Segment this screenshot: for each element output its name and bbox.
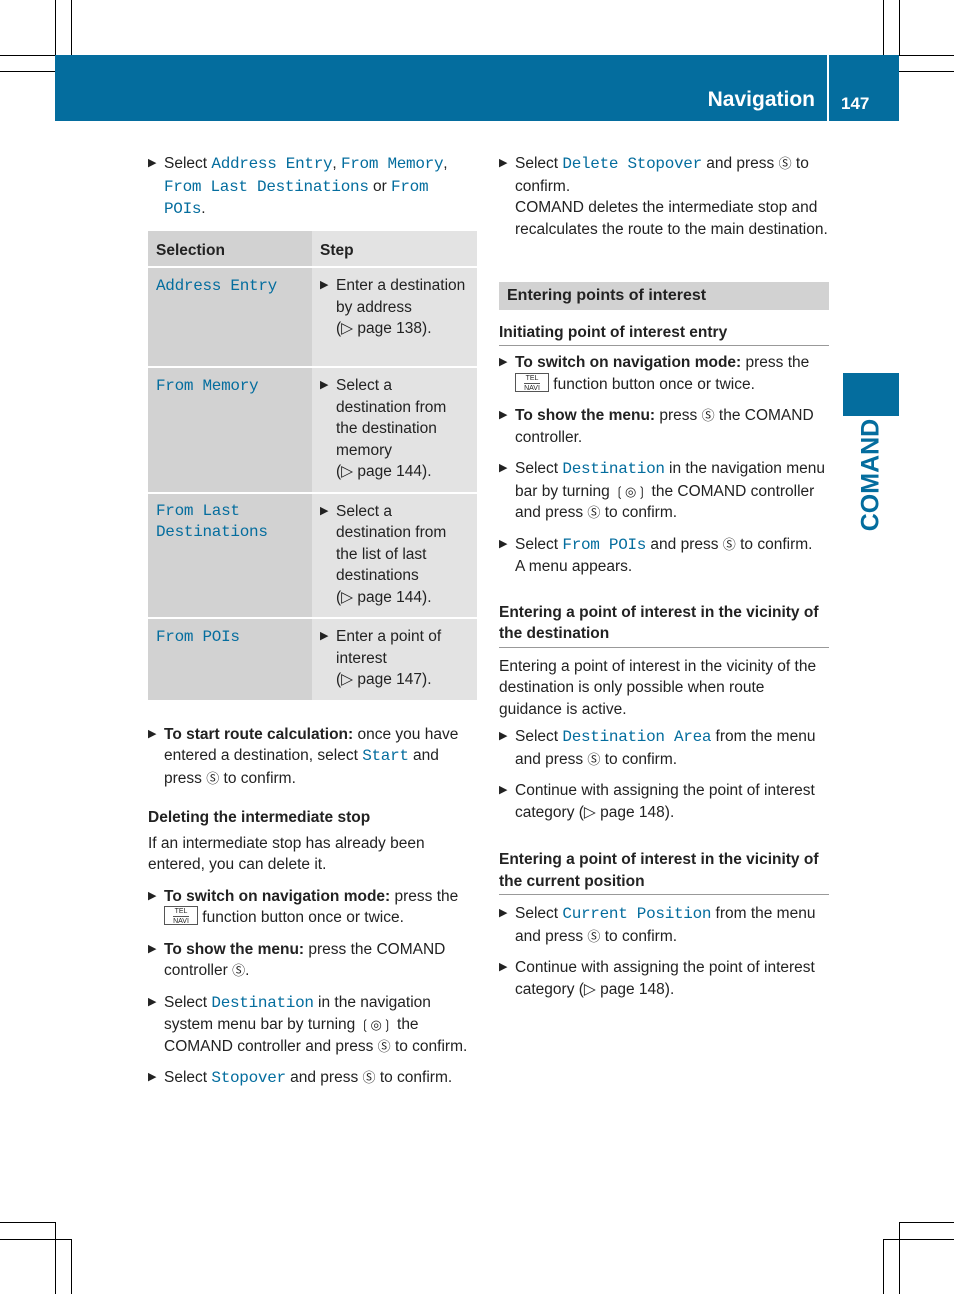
crop-mark bbox=[71, 0, 72, 55]
instruction-step: Select Delete Stopover and press Ⓢ to co… bbox=[499, 153, 829, 240]
press-controller-icon: Ⓢ bbox=[377, 1038, 391, 1054]
crop-mark bbox=[71, 1239, 72, 1294]
press-controller-icon: Ⓢ bbox=[206, 770, 220, 786]
table-row: From POIs Enter a point of interest(▷ pa… bbox=[148, 617, 477, 700]
instruction-step: To switch on navigation mode: press the … bbox=[148, 886, 478, 929]
chapter-tab bbox=[843, 373, 899, 416]
instruction-step: Select Address Entry, From Memory, From … bbox=[148, 153, 478, 221]
tel-navi-button-icon: TEL NAVI bbox=[164, 906, 198, 926]
subheading: Deleting the intermediate stop bbox=[148, 809, 371, 826]
instruction-step: To show the menu: press Ⓢ the COMAND con… bbox=[499, 405, 829, 448]
section-title: Navigation bbox=[707, 88, 815, 111]
paragraph: If an intermediate stop has already been… bbox=[148, 834, 425, 874]
crop-mark bbox=[55, 1222, 56, 1294]
crop-mark bbox=[883, 1239, 954, 1240]
instruction-step: Select Destination in the navigation men… bbox=[499, 458, 829, 524]
instruction-step: Select Current Position from the menu an… bbox=[499, 903, 829, 947]
press-controller-icon: Ⓢ bbox=[587, 505, 601, 520]
press-controller-icon: Ⓢ bbox=[778, 156, 792, 171]
column-header: Selection bbox=[148, 230, 312, 267]
crop-mark bbox=[883, 1239, 884, 1294]
instruction-step: To start route calculation: once you hav… bbox=[148, 724, 478, 790]
instruction-step: Continue with assigning the point of int… bbox=[499, 957, 829, 1000]
instruction-step: Select Destination Area from the menu an… bbox=[499, 726, 829, 770]
crop-mark bbox=[899, 0, 900, 55]
crop-mark bbox=[899, 1222, 900, 1294]
crop-mark bbox=[899, 1222, 954, 1223]
page-header: Navigation 147 bbox=[55, 55, 899, 121]
instruction-step: Continue with assigning the point of int… bbox=[499, 780, 829, 823]
turn-controller-icon: ❲◎❳ bbox=[614, 483, 648, 499]
left-column: Select Address Entry, From Memory, From … bbox=[148, 153, 478, 1090]
section-heading: Entering points of interest bbox=[499, 282, 829, 310]
crop-mark bbox=[0, 55, 55, 56]
crop-mark bbox=[55, 0, 56, 55]
selection-table: SelectionStep Address Entry Enter a dest… bbox=[148, 230, 477, 700]
press-controller-icon: Ⓢ bbox=[232, 963, 246, 978]
subheading: Initiating point of interest entry bbox=[499, 322, 829, 346]
right-column: Select Delete Stopover and press Ⓢ to co… bbox=[499, 153, 829, 1000]
press-controller-icon: Ⓢ bbox=[587, 928, 601, 944]
crop-mark bbox=[0, 1239, 71, 1240]
table-row: Address Entry Enter a destination by add… bbox=[148, 266, 477, 367]
press-controller-icon: Ⓢ bbox=[362, 1070, 376, 1085]
subheading: Entering a point of interest in the vici… bbox=[499, 849, 829, 895]
crop-mark bbox=[883, 0, 884, 55]
crop-mark bbox=[0, 1222, 55, 1223]
instruction-step: To switch on navigation mode: press the … bbox=[499, 352, 829, 395]
table-row: From Last Destinations Select a destinat… bbox=[148, 491, 477, 618]
crop-mark bbox=[899, 55, 954, 56]
instruction-step: To show the menu: press the COMAND contr… bbox=[148, 939, 478, 982]
instruction-step: Select Stopover and press Ⓢ to confirm. bbox=[148, 1067, 478, 1090]
press-controller-icon: Ⓢ bbox=[701, 408, 715, 423]
instruction-step: Select Destination in the navigation sys… bbox=[148, 992, 478, 1058]
press-controller-icon: Ⓢ bbox=[722, 536, 736, 552]
divider bbox=[827, 55, 829, 121]
subheading: Entering a point of interest in the vici… bbox=[499, 602, 829, 648]
chapter-label: COMAND bbox=[856, 418, 885, 532]
crop-mark bbox=[899, 71, 954, 72]
paragraph: Entering a point of interest in the vici… bbox=[499, 657, 817, 718]
column-header: Step bbox=[312, 230, 477, 267]
instruction-step: Select From POIs and press Ⓢ to confirm.… bbox=[499, 534, 829, 578]
page-number: 147 bbox=[841, 94, 870, 113]
turn-controller-icon: ❲◎❳ bbox=[359, 1017, 393, 1032]
table-row: From Memory Select a destination from th… bbox=[148, 366, 477, 493]
tel-navi-button-icon: TEL NAVI bbox=[515, 372, 549, 392]
press-controller-icon: Ⓢ bbox=[587, 751, 601, 767]
